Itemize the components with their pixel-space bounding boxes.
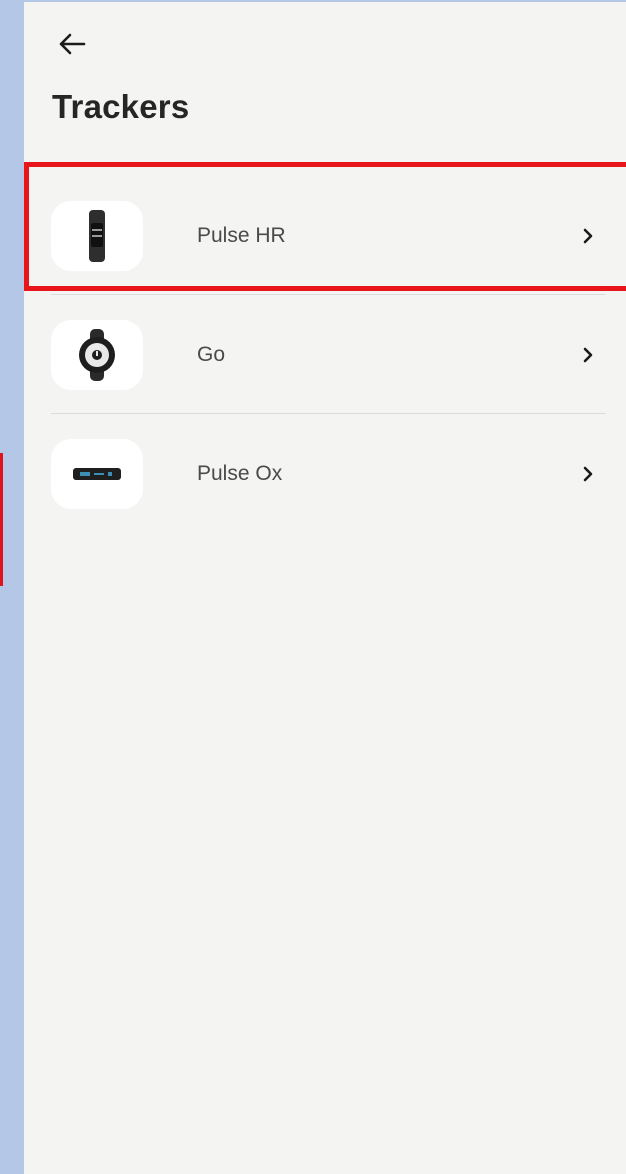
chevron-right-icon bbox=[580, 345, 596, 365]
tracker-label: Go bbox=[197, 342, 226, 366]
tracker-item-pulse-ox[interactable]: Pulse Ox bbox=[24, 414, 626, 533]
tracker-list: Pulse HR Go Pulse Ox bbox=[24, 176, 626, 533]
tracker-thumbnail bbox=[51, 201, 143, 271]
chevron-right-icon bbox=[580, 226, 596, 246]
tracker-thumbnail bbox=[51, 439, 143, 509]
back-button[interactable] bbox=[50, 26, 94, 62]
chevron-right-icon bbox=[580, 464, 596, 484]
slim-band-icon bbox=[73, 468, 121, 480]
left-edge-marker bbox=[0, 453, 3, 586]
page-title: Trackers bbox=[52, 88, 190, 125]
arrow-left-icon bbox=[59, 33, 86, 55]
tracker-label: Pulse Ox bbox=[197, 461, 283, 485]
app-screen: Trackers Pulse HR Go Pulse Ox bbox=[0, 0, 626, 1174]
tracker-item-go[interactable]: Go bbox=[24, 295, 626, 414]
tracker-item-pulse-hr[interactable]: Pulse HR bbox=[24, 176, 626, 295]
tracker-label: Pulse HR bbox=[197, 223, 286, 247]
left-rail bbox=[0, 0, 24, 1174]
tracker-thumbnail bbox=[51, 320, 143, 390]
round-watch-icon bbox=[79, 329, 115, 381]
top-border bbox=[24, 0, 626, 2]
band-tracker-icon bbox=[89, 210, 105, 262]
